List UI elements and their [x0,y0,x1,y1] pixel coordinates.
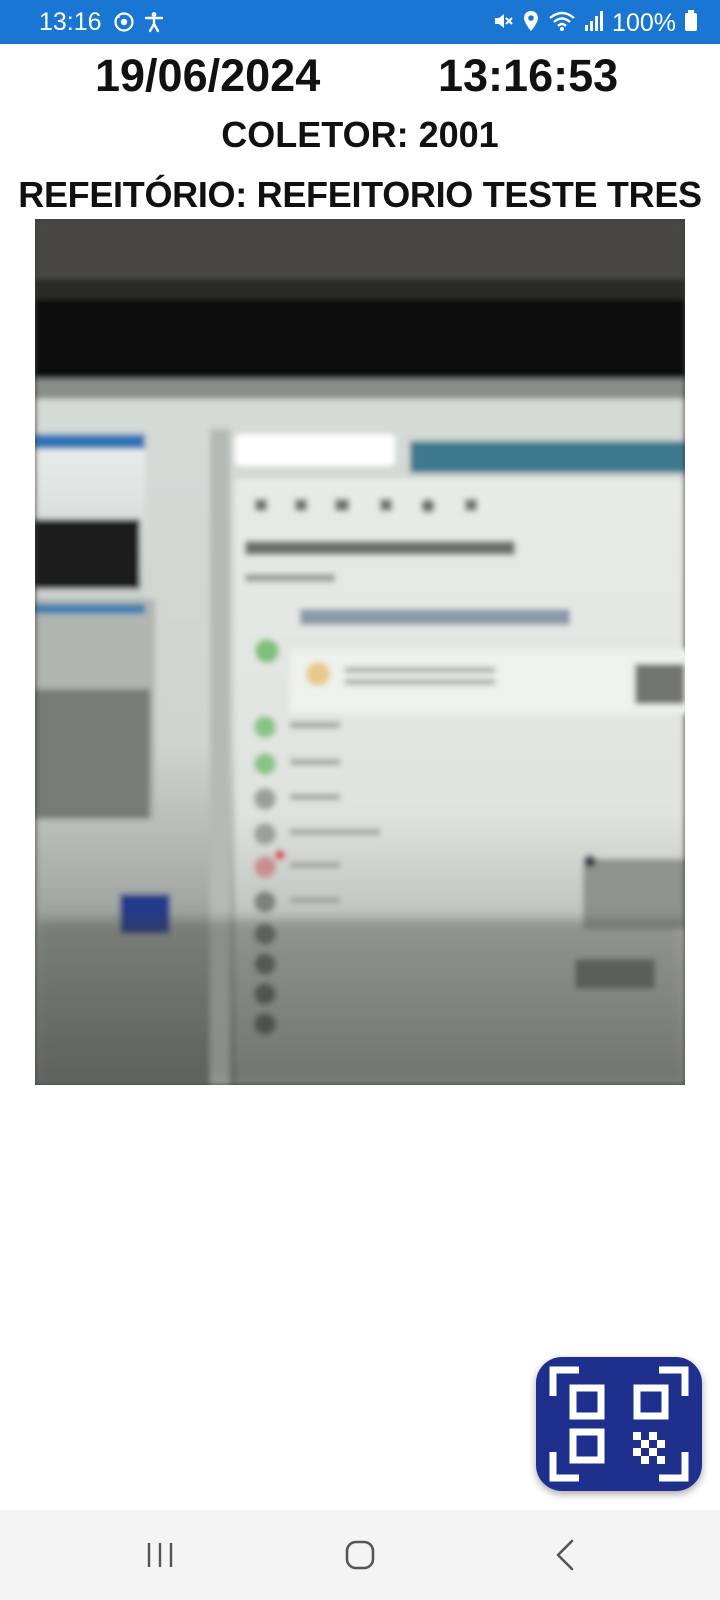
mute-vibrate-icon [492,10,514,37]
status-time: 13:16 [39,8,102,36]
battery-icon [684,10,698,37]
status-left-icons [113,11,164,38]
qr-scan-button[interactable] [536,1357,702,1491]
battery-percent: 100% [612,9,676,37]
qr-code-scan-icon [549,1366,689,1482]
accessibility-icon [144,11,164,38]
recent-apps-button[interactable] [100,1510,220,1600]
back-button[interactable] [505,1510,625,1600]
camera-preview [35,219,685,1085]
status-bar: 13:16 100% [0,0,720,44]
wifi-icon [548,10,576,37]
location-icon [522,10,540,37]
collector-label: COLETOR: 2001 [221,114,499,155]
back-icon [556,1539,574,1571]
current-time: 13:16:53 [438,50,619,101]
home-icon [345,1540,375,1570]
refectory-label: REFEITÓRIO: REFEITORIO TESTE TRES [18,174,702,215]
current-date: 19/06/2024 [95,50,321,101]
signal-icon [584,10,604,37]
recent-apps-icon [147,1543,173,1567]
home-button[interactable] [300,1510,420,1600]
sync-icon [113,11,135,38]
datetime-row: 19/06/2024 13:16:53 [0,50,720,110]
navigation-bar [0,1510,720,1600]
status-right-icons: 100% [492,9,698,38]
